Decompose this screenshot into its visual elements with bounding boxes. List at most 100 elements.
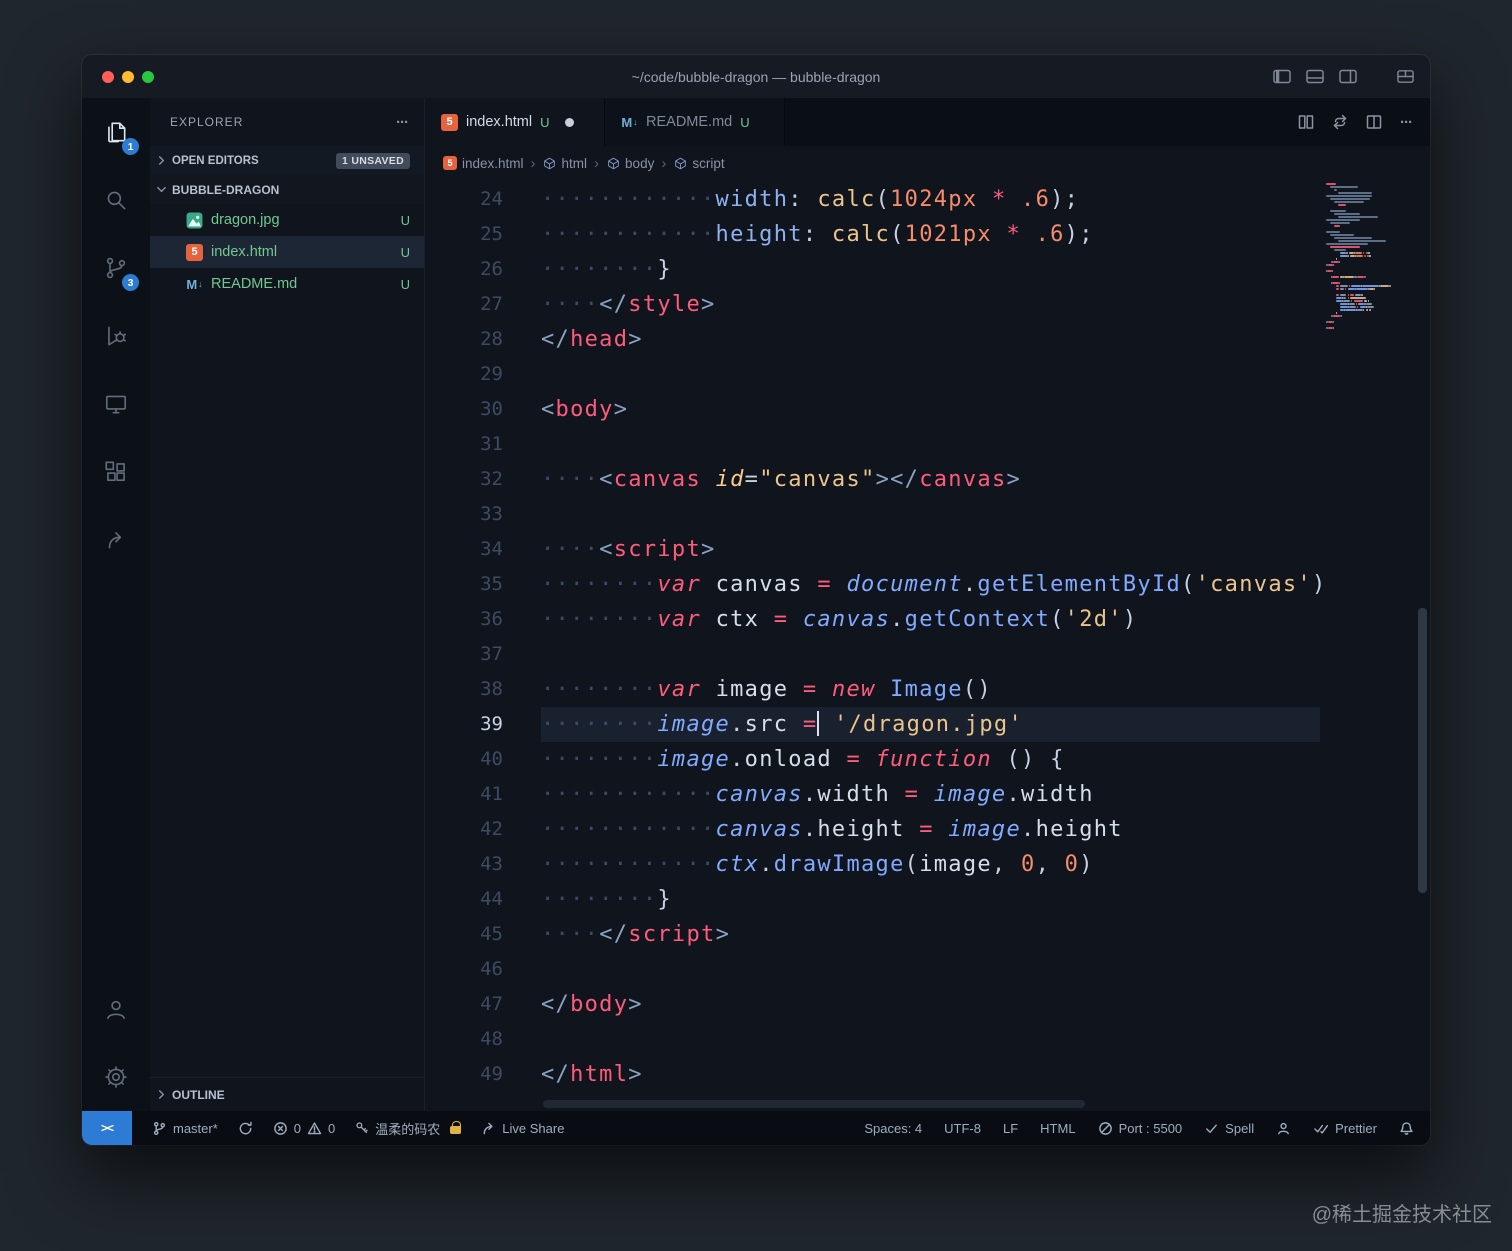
feedback-status[interactable] bbox=[1276, 1121, 1291, 1136]
activitybar-settings[interactable] bbox=[82, 1043, 150, 1111]
account-status[interactable]: 温柔的码农 bbox=[355, 1119, 462, 1138]
code-line-24[interactable]: 24 ············width: calc(1024px * .6); bbox=[425, 182, 1430, 217]
activitybar-account[interactable] bbox=[82, 975, 150, 1043]
line-number: 42 bbox=[480, 818, 503, 840]
outline-section[interactable]: OUTLINE bbox=[150, 1077, 424, 1111]
tab-index.html[interactable]: 5 index.html U bbox=[425, 98, 605, 146]
horizontal-scrollbar[interactable] bbox=[543, 1100, 1085, 1108]
code-line-38[interactable]: 38 ········var image = new Image() bbox=[425, 672, 1430, 707]
open-preview-icon[interactable] bbox=[1298, 114, 1314, 130]
activitybar-source-control[interactable]: 3 bbox=[82, 234, 150, 302]
tab-bar: 5 index.html U M ↓ README.md U ··· bbox=[425, 98, 1430, 146]
breadcrumb-item-body[interactable]: body bbox=[606, 156, 654, 171]
code-line-36[interactable]: 36 ········var ctx = canvas.getContext('2… bbox=[425, 602, 1430, 637]
code-text: <body> bbox=[541, 397, 629, 422]
breadcrumb: 5 index.html › html › body › script bbox=[425, 146, 1430, 180]
code-line-40[interactable]: 40 ········image.onload = function () { bbox=[425, 742, 1430, 777]
toggle-panel-icon[interactable] bbox=[1306, 69, 1324, 84]
code-line-26[interactable]: 26 ········} bbox=[425, 252, 1430, 287]
more-actions-icon[interactable]: ··· bbox=[1400, 114, 1413, 131]
activitybar-explorer[interactable]: 1 bbox=[82, 98, 150, 166]
code-line-33[interactable]: 33 bbox=[425, 497, 1430, 532]
breadcrumb-item-script[interactable]: script bbox=[673, 156, 725, 171]
live-server-port-status[interactable]: Port : 5500 bbox=[1098, 1121, 1182, 1136]
minimize-button[interactable] bbox=[122, 70, 134, 83]
open-editors-section[interactable]: OPEN EDITORS 1 UNSAVED bbox=[150, 146, 424, 175]
code-line-41[interactable]: 41 ············canvas.width = image.width bbox=[425, 777, 1430, 812]
activitybar-run-debug[interactable] bbox=[82, 302, 150, 370]
file-row-index.html[interactable]: 5 index.html U bbox=[150, 236, 424, 268]
activitybar-live-share[interactable] bbox=[82, 506, 150, 574]
sidebar-more-icon[interactable]: ··· bbox=[396, 114, 409, 131]
code-line-37[interactable]: 37 bbox=[425, 637, 1430, 672]
code-line-39[interactable]: 39 ········image.src = '/dragon.jpg' bbox=[425, 707, 1430, 742]
minimap[interactable] bbox=[1326, 183, 1414, 330]
encoding-status[interactable]: UTF-8 bbox=[944, 1121, 981, 1136]
problems-status[interactable]: 0 0 bbox=[273, 1121, 335, 1136]
close-button[interactable] bbox=[102, 70, 114, 83]
line-number: 27 bbox=[480, 293, 503, 315]
breadcrumb-separator: › bbox=[661, 154, 667, 172]
error-count: 0 bbox=[293, 1120, 302, 1136]
spell-status[interactable]: Spell bbox=[1204, 1121, 1254, 1136]
file-row-README.md[interactable]: M ↓ README.md U bbox=[150, 268, 424, 300]
modified-dot-icon[interactable] bbox=[565, 117, 575, 127]
activitybar-extensions[interactable] bbox=[82, 438, 150, 506]
code-line-34[interactable]: 34 ····<script> bbox=[425, 532, 1430, 567]
code-text: ····<canvas id="canvas"></canvas> bbox=[541, 467, 1022, 492]
zoom-button[interactable] bbox=[142, 70, 154, 83]
code-line-45[interactable]: 45 ····</script> bbox=[425, 917, 1430, 952]
eol-status[interactable]: LF bbox=[1003, 1121, 1018, 1136]
split-editor-icon[interactable] bbox=[1366, 114, 1382, 130]
indentation-status[interactable]: Spaces: 4 bbox=[864, 1121, 922, 1136]
git-branch-status[interactable]: master* bbox=[152, 1121, 218, 1136]
code-line-32[interactable]: 32 ····<canvas id="canvas"></canvas> bbox=[425, 462, 1430, 497]
activitybar-remote-explorer[interactable] bbox=[82, 370, 150, 438]
breadcrumb-item-html[interactable]: html bbox=[543, 156, 587, 171]
status-left: >< master* 0 0 温柔的码农 Live Share bbox=[82, 1111, 584, 1145]
vertical-scrollbar[interactable] bbox=[1418, 608, 1427, 893]
file-row-dragon.jpg[interactable]: dragon.jpg U bbox=[150, 204, 424, 236]
code-line-42[interactable]: 42 ············canvas.height = image.heig… bbox=[425, 812, 1430, 847]
live-share-status[interactable]: Live Share bbox=[481, 1121, 564, 1136]
line-number: 46 bbox=[480, 958, 503, 980]
code-line-28[interactable]: 28 </head> bbox=[425, 322, 1430, 357]
code-editor[interactable]: 24 ············width: calc(1024px * .6); 2… bbox=[425, 180, 1430, 1111]
sync-icon bbox=[239, 1121, 252, 1134]
file-name: README.md bbox=[211, 276, 298, 292]
prettier-status[interactable]: Prettier bbox=[1313, 1121, 1377, 1136]
code-line-48[interactable]: 48 bbox=[425, 1022, 1430, 1057]
code-line-43[interactable]: 43 ············ctx.drawImage(image, 0, 0) bbox=[425, 847, 1430, 882]
double-check-icon bbox=[1314, 1124, 1329, 1134]
code-line-44[interactable]: 44 ········} bbox=[425, 882, 1430, 917]
notifications-status[interactable] bbox=[1399, 1121, 1414, 1136]
breadcrumb-item-index.html[interactable]: 5 index.html bbox=[443, 156, 524, 171]
sync-status[interactable] bbox=[238, 1121, 253, 1136]
code-line-35[interactable]: 35 ········var canvas = document.getEleme… bbox=[425, 567, 1430, 602]
code-line-46[interactable]: 46 bbox=[425, 952, 1430, 987]
line-number: 29 bbox=[480, 363, 503, 385]
code-line-31[interactable]: 31 bbox=[425, 427, 1430, 462]
editor-actions: ··· bbox=[1280, 98, 1430, 146]
toggle-secondary-sidebar-icon[interactable] bbox=[1339, 69, 1357, 84]
toggle-sidebar-icon[interactable] bbox=[1273, 69, 1291, 84]
tab-README.md[interactable]: M ↓ README.md U bbox=[605, 98, 785, 146]
folder-section[interactable]: BUBBLE-DRAGON bbox=[150, 175, 424, 204]
remote-indicator[interactable]: >< bbox=[82, 1111, 132, 1145]
chevron-down-icon bbox=[156, 184, 167, 195]
customize-layout-icon[interactable] bbox=[1397, 69, 1414, 84]
tab-label: README.md bbox=[646, 114, 733, 130]
open-changes-icon[interactable] bbox=[1332, 114, 1348, 130]
code-line-25[interactable]: 25 ············height: calc(1021px * .6); bbox=[425, 217, 1430, 252]
code-line-47[interactable]: 47 </body> bbox=[425, 987, 1430, 1022]
code-line-27[interactable]: 27 ····</style> bbox=[425, 287, 1430, 322]
code-line-30[interactable]: 30 <body> bbox=[425, 392, 1430, 427]
activitybar-search[interactable] bbox=[82, 166, 150, 234]
code-line-49[interactable]: 49 </html> bbox=[425, 1057, 1430, 1092]
warning-icon bbox=[307, 1121, 322, 1134]
code-line-29[interactable]: 29 bbox=[425, 357, 1430, 392]
language-status[interactable]: HTML bbox=[1040, 1121, 1075, 1136]
